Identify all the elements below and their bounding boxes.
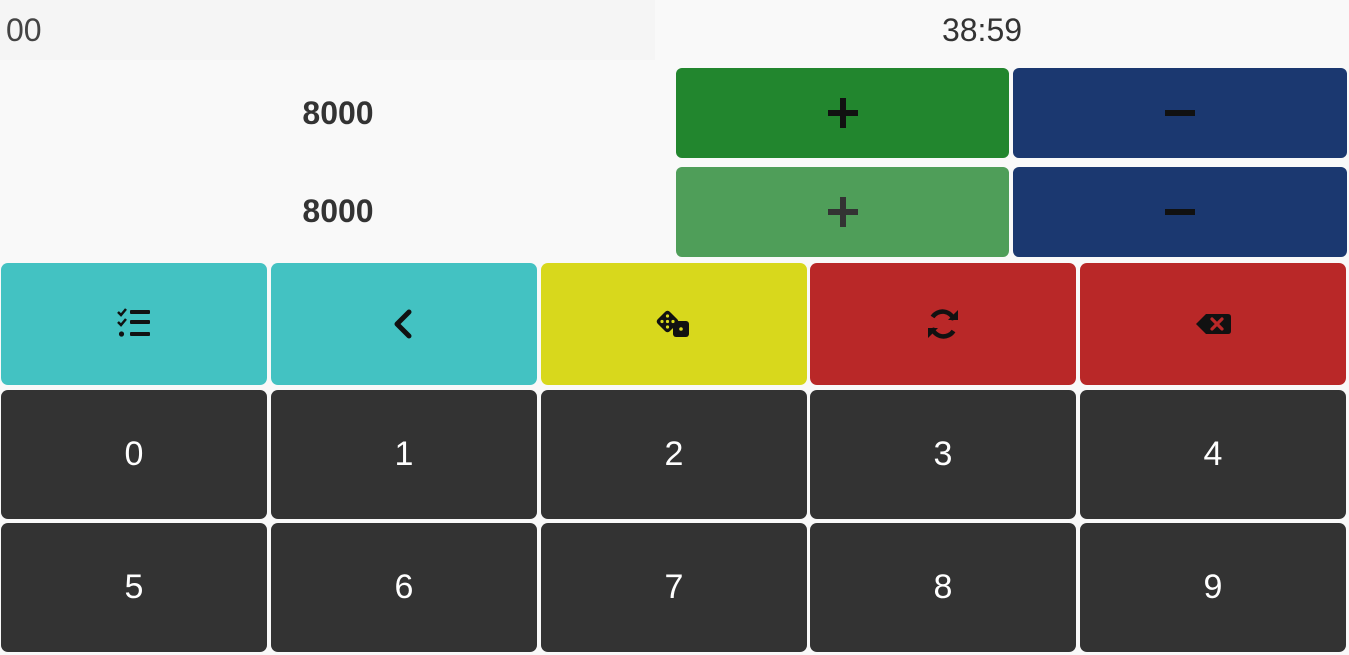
roll-dice-button[interactable] — [541, 263, 807, 385]
chevron-left-icon — [394, 309, 412, 339]
plus-icon — [827, 98, 858, 128]
history-button[interactable] — [1, 263, 267, 385]
keypad-5-button[interactable]: 5 — [1, 523, 267, 652]
refresh-icon — [928, 309, 958, 339]
dice-icon — [656, 310, 689, 337]
backspace-button[interactable] — [1080, 263, 1346, 385]
timer-display: 38:59 — [941, 12, 1023, 48]
keypad-7-button[interactable]: 7 — [541, 523, 807, 652]
life-counter-app: 00 38:59 8000 8000 0 1 2 3 4 5 6 7 8 9 — [0, 0, 1349, 655]
keypad-6-button[interactable]: 6 — [271, 523, 537, 652]
checklist-icon — [117, 308, 150, 337]
keypad-9-button[interactable]: 9 — [1080, 523, 1346, 652]
keypad-8-button[interactable]: 8 — [810, 523, 1076, 652]
player-1-subtract-button[interactable] — [1013, 68, 1347, 158]
player-1-add-button[interactable] — [676, 68, 1009, 158]
reset-button[interactable] — [810, 263, 1076, 385]
keypad-1-button[interactable]: 1 — [271, 390, 537, 519]
plus-icon — [827, 197, 858, 227]
keypad-3-button[interactable]: 3 — [810, 390, 1076, 519]
back-button[interactable] — [271, 263, 537, 385]
player-2-add-button[interactable] — [676, 167, 1009, 257]
player-1-life-total: 8000 — [302, 94, 374, 131]
minus-icon — [1165, 110, 1195, 116]
player-2-life-total: 8000 — [302, 192, 374, 229]
keypad-4-button[interactable]: 4 — [1080, 390, 1346, 519]
player-2-subtract-button[interactable] — [1013, 167, 1347, 257]
minus-icon — [1165, 209, 1195, 215]
input-display: 00 — [0, 0, 655, 60]
backspace-icon — [1196, 314, 1231, 334]
keypad-0-button[interactable]: 0 — [1, 390, 267, 519]
keypad-2-button[interactable]: 2 — [541, 390, 807, 519]
